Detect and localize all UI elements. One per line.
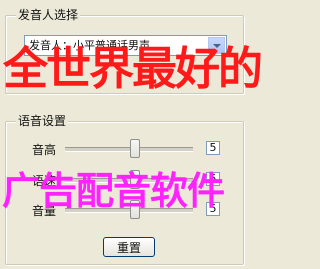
voice-dropdown[interactable]: 发音人：小平普通话男声 xyxy=(24,35,227,56)
volume-slider-track[interactable] xyxy=(65,208,193,213)
speed-slider-thumb[interactable] xyxy=(130,170,140,189)
volume-value: 5 xyxy=(206,202,220,216)
volume-slider-thumb[interactable] xyxy=(130,200,140,219)
speed-value: 5 xyxy=(206,172,220,186)
pitch-slider-track[interactable] xyxy=(65,147,193,152)
voice-group-title: 发音人选择 xyxy=(16,8,81,22)
pitch-slider-thumb[interactable] xyxy=(130,139,140,158)
speed-label: 语速 xyxy=(32,174,57,188)
chevron-down-icon[interactable] xyxy=(208,37,225,54)
pitch-value: 5 xyxy=(206,141,220,155)
volume-label: 音量 xyxy=(32,204,57,218)
speed-slider-track[interactable] xyxy=(65,178,193,183)
reset-button[interactable]: 重置 xyxy=(103,237,155,257)
voice-dropdown-value: 发音人：小平普通话男声 xyxy=(29,39,150,52)
pitch-label: 音高 xyxy=(32,143,57,157)
speech-group-title: 语音设置 xyxy=(16,114,69,128)
